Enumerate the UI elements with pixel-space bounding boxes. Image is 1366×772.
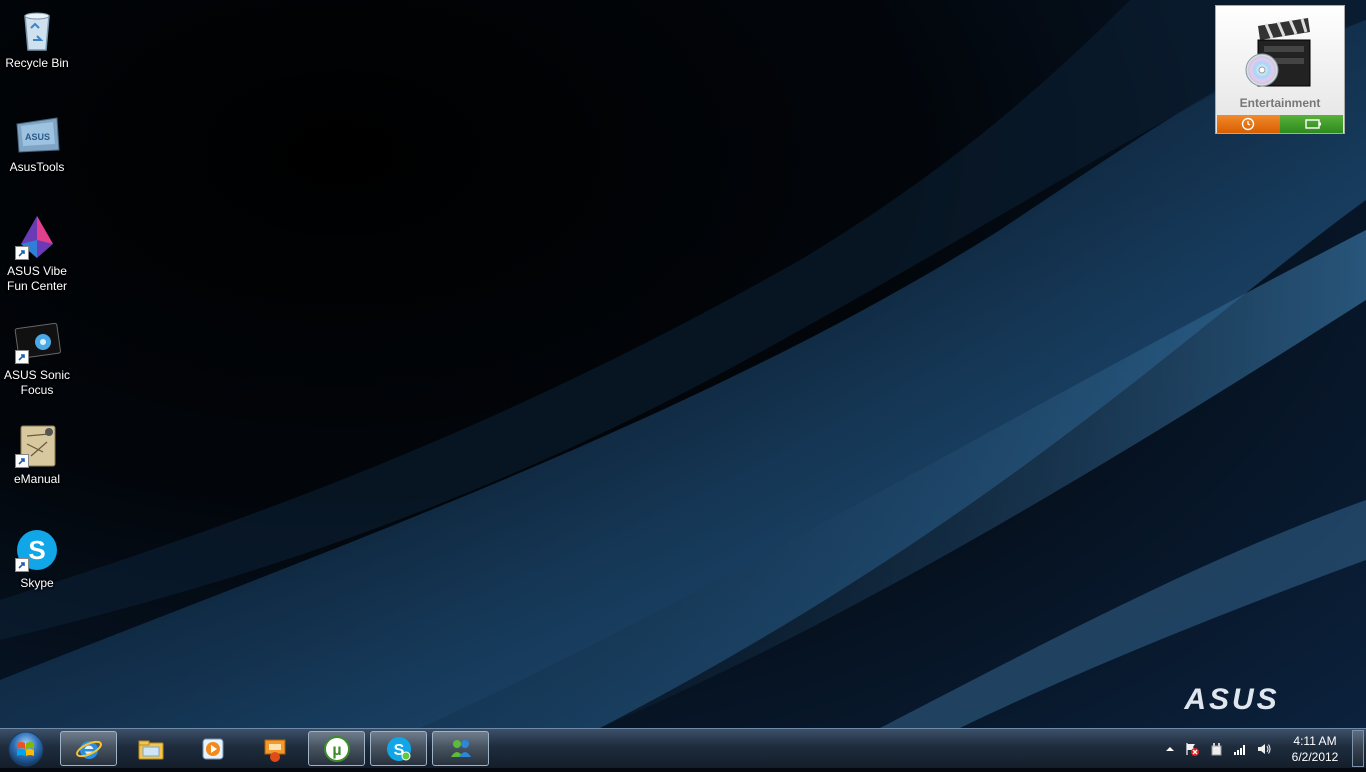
battery-icon — [1305, 119, 1321, 129]
desktop-icon-label: ASUS Vibe Fun Center — [6, 264, 68, 293]
network-signal-icon[interactable] — [1232, 741, 1248, 757]
internet-explorer-icon — [76, 740, 102, 759]
gadget-title: Entertainment — [1239, 96, 1321, 110]
show-hidden-icons-chevron-icon[interactable] — [1162, 741, 1178, 757]
media-player-icon — [202, 738, 224, 760]
desktop-icon-emanual[interactable]: eManual — [2, 422, 72, 487]
desktop-wallpaper[interactable]: ASUS — [0, 0, 1366, 768]
skype-icon: S — [387, 737, 411, 761]
entertainment-gadget[interactable]: Entertainment — [1215, 5, 1345, 134]
file-explorer-icon — [138, 740, 164, 760]
media-center-icon — [264, 739, 286, 762]
taskbar-clock[interactable]: 4:11 AM 6/2/2012 — [1282, 733, 1348, 765]
emanual-book-icon — [13, 422, 61, 470]
asus-wallpaper-logo: ASUS — [1184, 683, 1280, 716]
skype-icon: S — [13, 526, 61, 574]
taskbar: µ S 4:11 AM 6/2/2012 — [0, 728, 1366, 768]
desktop-icon-skype[interactable]: S Skype — [2, 526, 72, 591]
shortcut-arrow-icon — [15, 350, 29, 364]
taskbar-media-player[interactable] — [184, 731, 241, 766]
desktop-icon-label: Recycle Bin — [5, 56, 69, 70]
clock-time: 4:11 AM — [1293, 734, 1337, 748]
asus-vibe-icon — [13, 214, 61, 262]
messenger-icon — [451, 740, 471, 757]
shortcut-arrow-icon — [15, 246, 29, 260]
wallpaper-swoosh — [0, 0, 1366, 728]
desktop-icon-label: ASUS Sonic Focus — [3, 368, 71, 397]
gadget-battery-button[interactable] — [1280, 115, 1343, 133]
action-center-flag-icon[interactable] — [1184, 741, 1200, 757]
desktop-icon-asus-sonic-focus[interactable]: ASUS Sonic Focus — [2, 318, 72, 398]
show-desktop-button[interactable] — [1352, 730, 1364, 767]
recycle-bin-icon — [13, 6, 61, 54]
svg-text:S: S — [28, 535, 45, 565]
desktop-icon-asustools[interactable]: ASUS AsusTools — [2, 110, 72, 175]
taskbar-media-center[interactable] — [246, 731, 303, 766]
desktop-icon-recycle-bin[interactable]: Recycle Bin — [2, 6, 72, 71]
shortcut-arrow-icon — [15, 454, 29, 468]
desktop-icon-asus-vibe[interactable]: ASUS Vibe Fun Center — [2, 214, 72, 294]
desktop-icon-label: AsusTools — [9, 160, 65, 174]
sonic-focus-icon — [13, 318, 61, 366]
svg-text:ASUS: ASUS — [25, 132, 50, 142]
gadget-clock-button[interactable] — [1217, 115, 1280, 133]
utorrent-icon: µ — [324, 736, 350, 762]
windows-start-orb-icon — [8, 731, 44, 767]
desktop-icon-label: Skype — [20, 576, 54, 590]
taskbar-messenger[interactable] — [432, 731, 489, 766]
svg-text:µ: µ — [332, 742, 341, 759]
desktop-icon-label: eManual — [13, 472, 61, 486]
taskbar-internet-explorer[interactable] — [60, 731, 117, 766]
notification-area — [1160, 729, 1280, 769]
clapperboard-disc-icon — [1242, 14, 1318, 94]
volume-speaker-icon[interactable] — [1256, 741, 1272, 757]
taskbar-file-explorer[interactable] — [122, 731, 179, 766]
power-plug-icon[interactable] — [1208, 741, 1224, 757]
clock-icon — [1241, 117, 1255, 131]
start-button[interactable] — [3, 730, 49, 768]
clock-date: 6/2/2012 — [1291, 750, 1339, 764]
taskbar-skype[interactable]: S — [370, 731, 427, 766]
taskbar-utorrent[interactable]: µ — [308, 731, 365, 766]
shortcut-arrow-icon — [15, 558, 29, 572]
asustools-folder-icon: ASUS — [13, 110, 61, 158]
